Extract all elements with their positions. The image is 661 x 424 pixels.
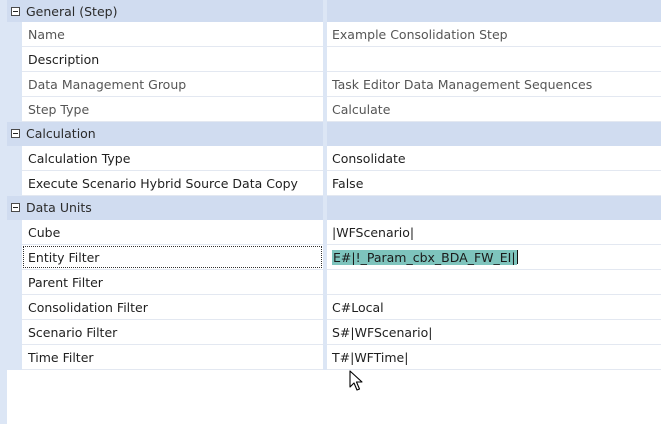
property-name: Cube <box>28 225 61 240</box>
property-row-name[interactable]: Name Example Consolidation Step <box>7 22 661 47</box>
property-row-consolidation-filter[interactable]: Consolidation Filter C#Local <box>7 295 661 320</box>
property-value[interactable]: S#|WFScenario| <box>332 325 433 340</box>
property-name: Time Filter <box>28 350 94 365</box>
property-row-step-type[interactable]: Step Type Calculate <box>7 97 661 122</box>
property-row-calculation-type[interactable]: Calculation Type Consolidate <box>7 146 661 171</box>
property-row-scenario-filter[interactable]: Scenario Filter S#|WFScenario| <box>7 320 661 345</box>
property-name: Calculation Type <box>28 151 131 166</box>
property-value[interactable]: |WFScenario| <box>332 225 414 240</box>
property-value[interactable]: C#Local <box>332 300 384 315</box>
property-name: Consolidation Filter <box>28 300 148 315</box>
category-calculation[interactable]: Calculation <box>7 122 661 147</box>
property-name: Execute Scenario Hybrid Source Data Copy <box>28 176 298 191</box>
property-row-parent-filter[interactable]: Parent Filter <box>7 270 661 295</box>
property-value: Calculate <box>332 102 391 117</box>
property-name: Step Type <box>28 102 90 117</box>
property-value[interactable]: T#|WFTime| <box>332 350 408 365</box>
collapse-minus-icon[interactable] <box>11 129 20 138</box>
category-label: Data Units <box>26 200 92 215</box>
property-value: Example Consolidation Step <box>332 27 508 42</box>
empty-grid-area <box>7 370 661 424</box>
property-row-cube[interactable]: Cube |WFScenario| <box>7 220 661 245</box>
property-row-entity-filter[interactable]: Entity Filter E#|!_Param_cbx_BDA_FW_EI| <box>7 245 661 270</box>
column-splitter[interactable] <box>323 22 327 47</box>
property-row-time-filter[interactable]: Time Filter T#|WFTime| <box>7 345 661 370</box>
property-name: Name <box>28 27 65 42</box>
property-name: Description <box>28 52 100 67</box>
property-name: Data Management Group <box>28 77 187 92</box>
property-value: Task Editor Data Management Sequences <box>332 77 593 92</box>
category-data-units[interactable]: Data Units <box>7 196 661 221</box>
category-label: Calculation <box>26 126 96 141</box>
category-label: General (Step) <box>26 4 118 19</box>
entity-filter-input[interactable]: E#|!_Param_cbx_BDA_FW_EI| <box>332 250 518 265</box>
property-row-description[interactable]: Description <box>7 47 661 72</box>
collapse-minus-icon[interactable] <box>11 203 20 212</box>
property-name: Parent Filter <box>28 275 103 290</box>
text-caret <box>516 250 518 264</box>
property-name: Entity Filter <box>28 250 100 265</box>
collapse-minus-icon[interactable] <box>11 7 20 16</box>
property-grid: General (Step) Name Example Consolidatio… <box>0 0 661 424</box>
property-row-data-management-group[interactable]: Data Management Group Task Editor Data M… <box>7 72 661 97</box>
left-gutter <box>0 0 7 424</box>
property-name: Scenario Filter <box>28 325 118 340</box>
property-value[interactable]: Consolidate <box>332 151 406 166</box>
property-value[interactable]: False <box>332 176 363 191</box>
mouse-pointer-icon <box>349 370 363 391</box>
property-row-execute-scenario-hybrid[interactable]: Execute Scenario Hybrid Source Data Copy… <box>7 171 661 196</box>
selected-text: E#|!_Param_cbx_BDA_FW_EI| <box>332 250 517 265</box>
